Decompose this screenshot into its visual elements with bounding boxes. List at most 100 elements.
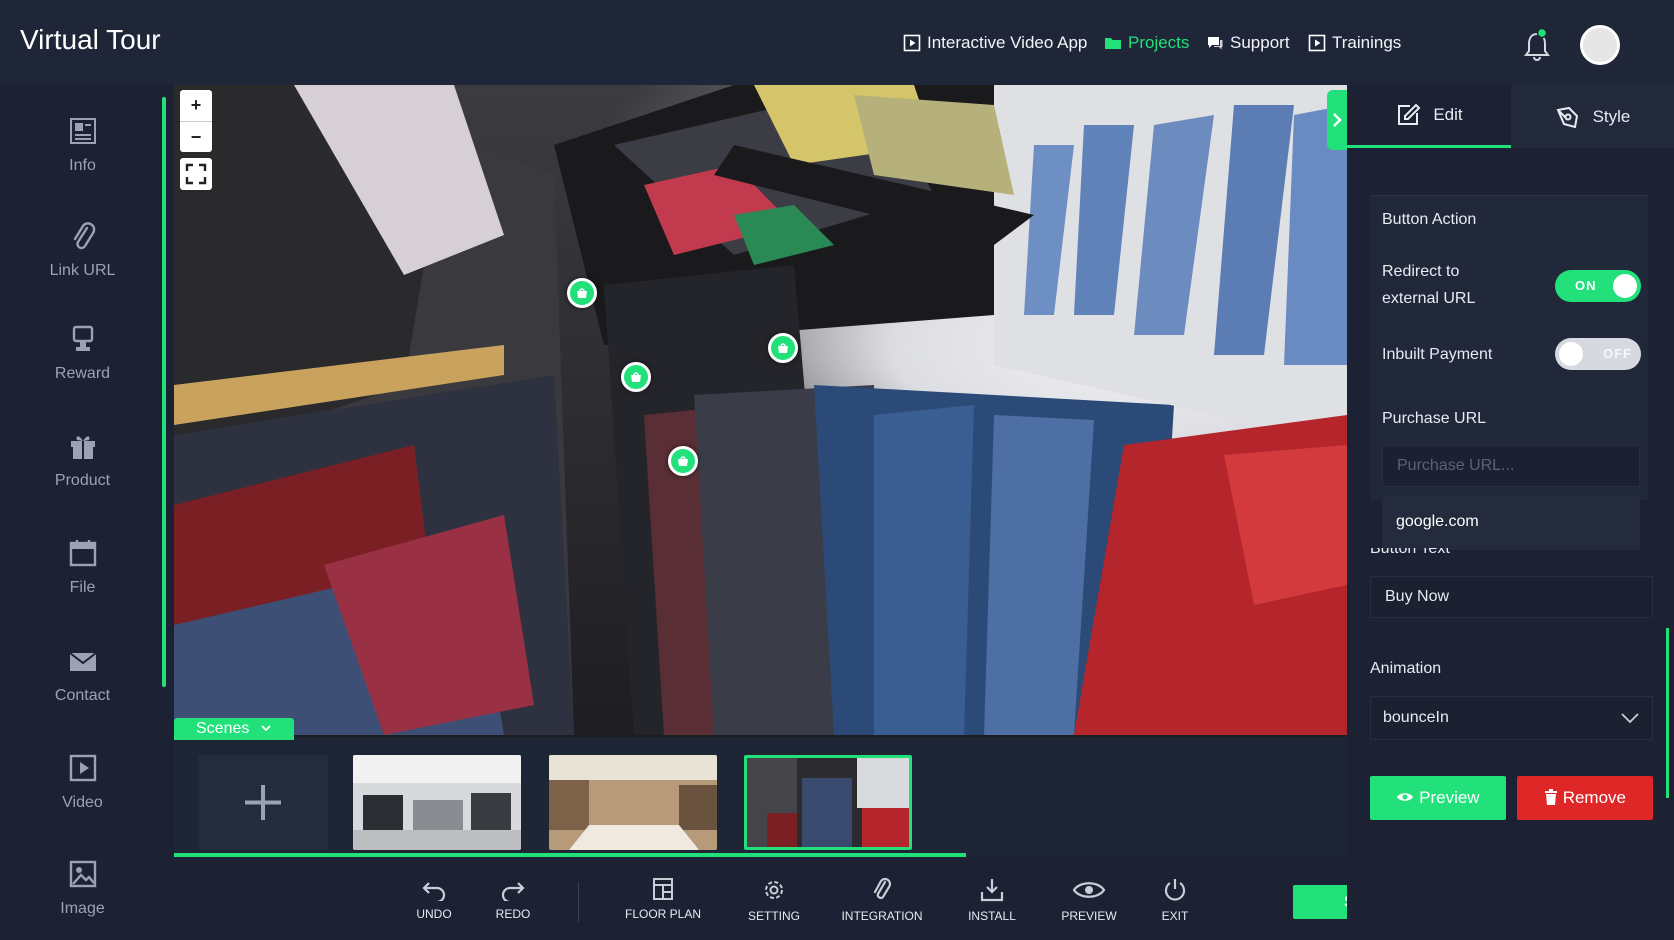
- sidebar-item-link-url[interactable]: Link URL: [0, 220, 165, 280]
- bag-icon: [577, 288, 587, 298]
- product-hotspot[interactable]: [768, 333, 798, 363]
- redo-label: REDO: [495, 907, 531, 921]
- exit-button[interactable]: EXIT: [1160, 877, 1190, 923]
- animation-select[interactable]: bounceIn: [1370, 696, 1653, 740]
- panorama-viewer[interactable]: [174, 85, 1347, 737]
- user-avatar[interactable]: [1580, 25, 1620, 65]
- sidebar-item-video[interactable]: Video: [0, 752, 165, 812]
- toggle-knob: [1613, 274, 1637, 298]
- tab-edit-label: Edit: [1433, 105, 1463, 124]
- remove-button-label: Remove: [1562, 788, 1627, 807]
- nav-label: Support: [1230, 33, 1290, 52]
- setting-label: SETTING: [747, 909, 800, 923]
- nav-interactive-video-app[interactable]: Interactive Video App: [903, 33, 1087, 53]
- product-hotspot[interactable]: [621, 362, 651, 392]
- sidebar-item-info[interactable]: Info: [0, 115, 165, 175]
- download-icon: [980, 879, 1004, 902]
- product-hotspot[interactable]: [668, 446, 698, 476]
- app-title: Virtual Tour: [20, 24, 161, 55]
- redirect-label-line2: external URL: [1382, 290, 1476, 307]
- sidebar-item-label: Info: [69, 157, 96, 174]
- gift-icon: [70, 436, 95, 459]
- sidebar-item-label: Reward: [54, 365, 111, 382]
- tab-style[interactable]: Style: [1511, 85, 1674, 148]
- edit-icon: [1398, 103, 1421, 125]
- bag-icon: [631, 372, 641, 382]
- nav-label: Projects: [1128, 33, 1190, 52]
- remove-button[interactable]: Remove: [1517, 776, 1653, 820]
- preview-button[interactable]: Preview: [1370, 776, 1506, 820]
- sidebar-item-label: Contact: [54, 687, 111, 704]
- chevron-right-icon: [1333, 113, 1342, 127]
- nav-projects[interactable]: Projects: [1104, 33, 1189, 53]
- sidebar-item-label: Link URL: [49, 262, 116, 279]
- inbuilt-payment-toggle[interactable]: OFF: [1555, 338, 1641, 370]
- sidebar-item-label: Image: [60, 900, 105, 917]
- sidebar-scrollbar[interactable]: [162, 97, 166, 687]
- zoom-out-button[interactable]: −: [180, 121, 212, 151]
- nav-label: Interactive Video App: [927, 33, 1088, 52]
- inbuilt-toggle-state: OFF: [1603, 346, 1632, 361]
- panel-scrollbar[interactable]: [1666, 628, 1669, 798]
- fullscreen-icon: [185, 163, 207, 185]
- button-action-heading: Button Action: [1382, 211, 1477, 228]
- redirect-toggle-state: ON: [1575, 278, 1597, 293]
- sidebar-item-product[interactable]: Product: [0, 430, 165, 490]
- scene-image: [549, 755, 717, 850]
- panel-collapse-button[interactable]: [1327, 90, 1347, 150]
- setting-button[interactable]: SETTING: [743, 877, 805, 923]
- floor-plan-button[interactable]: FLOOR PLAN: [621, 877, 705, 921]
- scene-thumbnail[interactable]: [353, 755, 521, 850]
- undo-button[interactable]: UNDO: [410, 877, 458, 921]
- scene-thumbnail-active[interactable]: [744, 755, 912, 850]
- redo-button[interactable]: REDO: [488, 877, 538, 921]
- nav-trainings[interactable]: Trainings: [1308, 33, 1401, 53]
- redirect-toggle[interactable]: ON: [1555, 270, 1641, 302]
- paperclip-icon: [73, 222, 95, 250]
- preview-tool-button[interactable]: PREVIEW: [1059, 877, 1119, 923]
- autocomplete-suggestion[interactable]: google.com: [1382, 496, 1640, 550]
- preview-tool-label: PREVIEW: [1061, 909, 1117, 923]
- nav-support[interactable]: Support: [1206, 33, 1290, 53]
- play-square-icon: [1308, 34, 1326, 52]
- gear-icon: [765, 881, 783, 899]
- scenes-dropdown[interactable]: Scenes: [174, 718, 294, 740]
- chat-icon: [1208, 37, 1223, 50]
- add-scene-button[interactable]: [198, 755, 328, 850]
- floor-plan-label: FLOOR PLAN: [624, 907, 702, 921]
- scene-image: [353, 755, 521, 850]
- tab-edit[interactable]: Edit: [1347, 85, 1511, 148]
- inbuilt-payment-label: Inbuilt Payment: [1382, 346, 1493, 363]
- purchase-url-input[interactable]: [1382, 445, 1640, 487]
- tab-style-label: Style: [1592, 106, 1631, 126]
- sidebar-item-label: File: [69, 579, 96, 596]
- button-text-input[interactable]: [1370, 576, 1653, 618]
- eye-icon: [1072, 882, 1106, 898]
- animation-label: Animation: [1370, 660, 1442, 677]
- sidebar-item-image[interactable]: Image: [0, 858, 165, 918]
- redirect-label-line1: Redirect to: [1382, 263, 1460, 280]
- scenes-scrollbar[interactable]: [174, 853, 966, 857]
- exit-label: EXIT: [1161, 909, 1189, 923]
- sidebar-item-contact[interactable]: Contact: [0, 645, 165, 705]
- sidebar-item-file[interactable]: File: [0, 537, 165, 597]
- product-hotspot[interactable]: [567, 278, 597, 308]
- toggle-knob: [1559, 342, 1583, 366]
- play-icon: [69, 754, 96, 782]
- nav-label: Trainings: [1332, 33, 1402, 52]
- integration-button[interactable]: INTEGRATION: [840, 877, 924, 923]
- install-button[interactable]: INSTALL: [965, 877, 1019, 923]
- scene-thumbnail[interactable]: [549, 755, 717, 850]
- zoom-in-button[interactable]: +: [180, 90, 212, 120]
- fullscreen-button[interactable]: [180, 158, 212, 190]
- bag-icon: [778, 343, 788, 353]
- purchase-url-label: Purchase URL: [1382, 410, 1487, 427]
- preview-button-label: Preview: [1419, 788, 1480, 807]
- undo-label: UNDO: [416, 907, 452, 921]
- store-panorama-image: [174, 85, 1347, 735]
- reward-icon: [72, 325, 93, 351]
- sidebar-item-reward[interactable]: Reward: [0, 323, 165, 383]
- bell-icon[interactable]: [1522, 28, 1552, 62]
- paperclip-icon: [873, 877, 892, 899]
- plus-icon: [245, 785, 281, 820]
